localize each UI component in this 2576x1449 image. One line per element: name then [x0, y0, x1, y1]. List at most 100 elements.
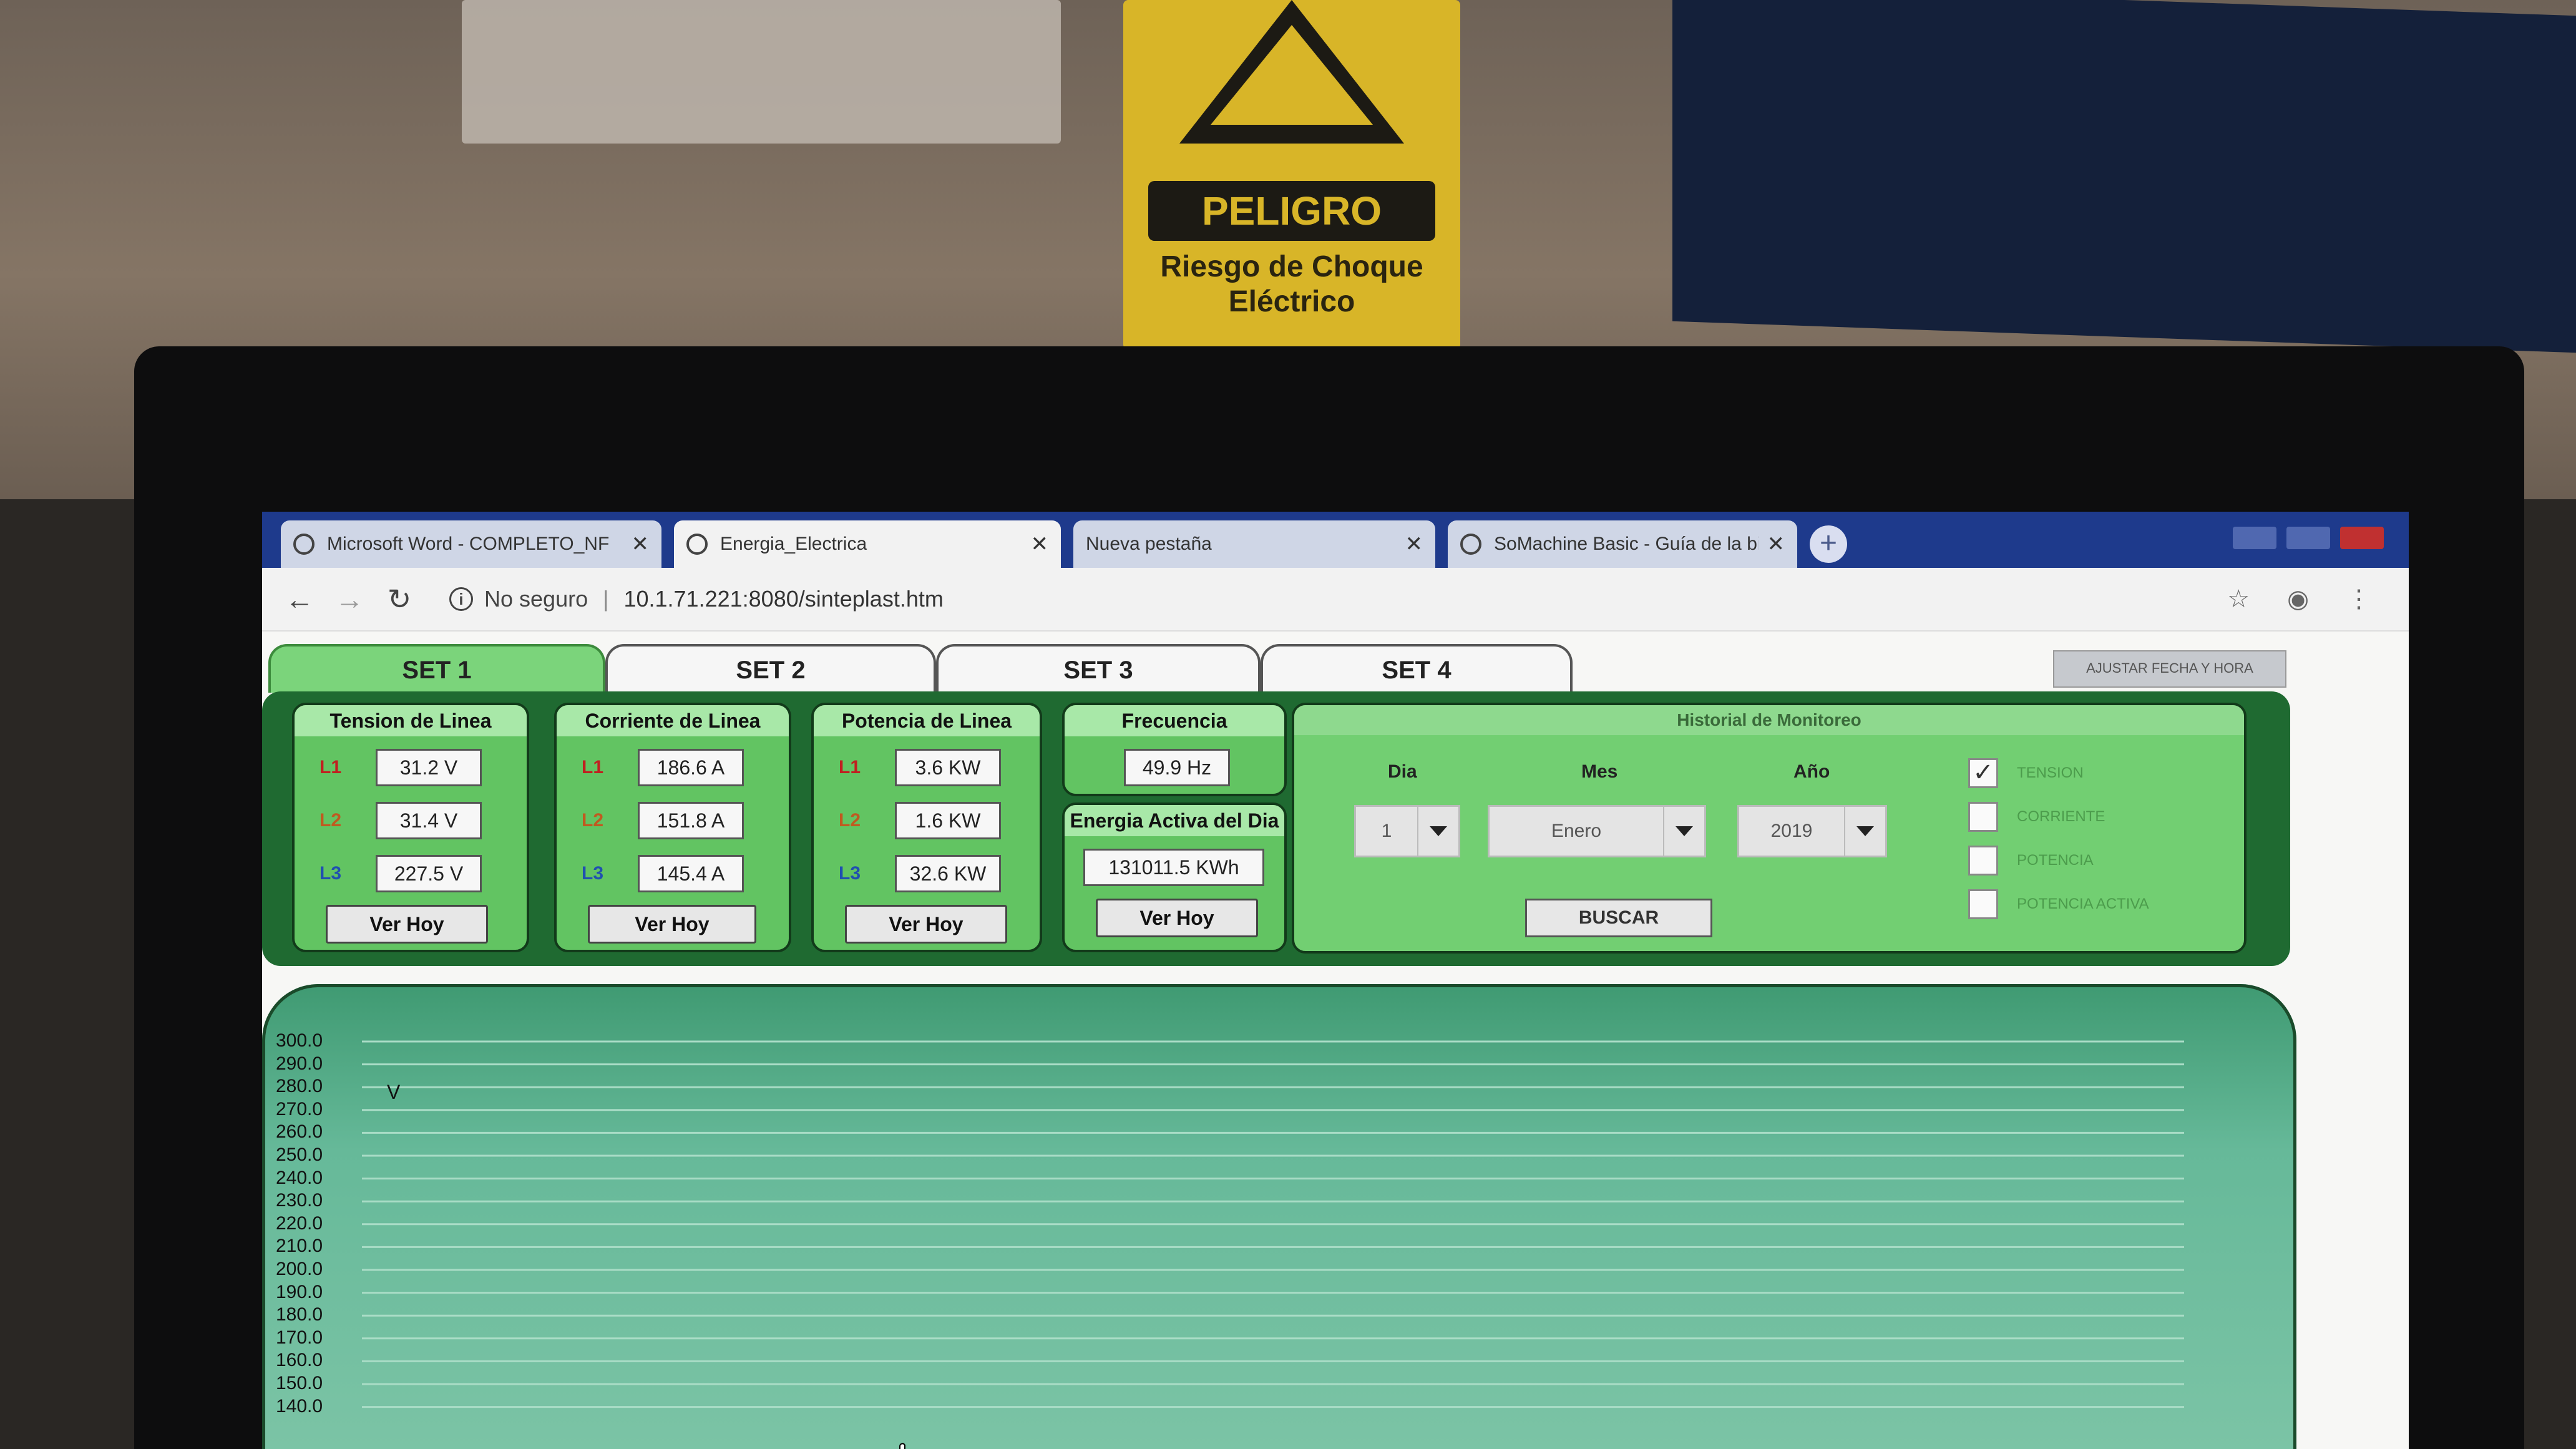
- y-tick-label: 240.0: [276, 1167, 323, 1188]
- energia-ver-hoy-button[interactable]: Ver Hoy: [1096, 899, 1258, 937]
- info-icon[interactable]: i: [449, 587, 473, 611]
- checkbox-potencia-activa[interactable]: [1968, 889, 1998, 919]
- y-tick-label: 160.0: [276, 1350, 323, 1371]
- hand-cursor-icon: [899, 1443, 905, 1449]
- y-tick-label: 220.0: [276, 1212, 323, 1234]
- tension-row-l3: L3 227.5 V: [320, 855, 482, 892]
- corriente-ver-hoy-button[interactable]: Ver Hoy: [588, 905, 756, 944]
- corriente-l1-value: 186.6 A: [638, 749, 744, 786]
- y-tick-label: 270.0: [276, 1098, 323, 1120]
- browser-tab-nueva[interactable]: Nueva pestaña ✕: [1073, 520, 1435, 568]
- browser-tab-label: Nueva pestaña: [1086, 534, 1212, 554]
- danger-sign-title: PELIGRO: [1148, 181, 1435, 241]
- line-label: L3: [320, 863, 342, 884]
- monitoring-panel: Tension de Linea L1 31.2 V L2 31.4 V L3 …: [262, 691, 2290, 966]
- corriente-row-l1: L1 186.6 A: [582, 749, 744, 786]
- y-tick-label: 200.0: [276, 1259, 323, 1279]
- browser-tab-label: Energia_Electrica: [720, 534, 867, 554]
- corriente-box: Corriente de Linea L1 186.6 A L2 151.8 A…: [554, 703, 791, 952]
- close-window-button[interactable]: [2340, 527, 2384, 549]
- browser-tab-strip: Microsoft Word - COMPLETO_NF ✕ Energia_E…: [262, 512, 2409, 568]
- potencia-row-l3: L3 32.6 KW: [839, 855, 1001, 892]
- frecuencia-value: 49.9 Hz: [1124, 749, 1230, 786]
- corriente-row-l3: L3 145.4 A: [582, 855, 744, 892]
- line-label: L3: [582, 863, 604, 884]
- globe-icon: [1460, 534, 1481, 555]
- chevron-down-icon: [1663, 807, 1704, 856]
- y-tick-label: 230.0: [276, 1190, 323, 1211]
- check-potencia[interactable]: POTENCIA: [1968, 846, 2094, 876]
- anio-label: Año: [1793, 761, 1830, 782]
- y-tick-label: 260.0: [276, 1121, 323, 1143]
- check-label: POTENCIA: [2017, 852, 2094, 869]
- tab-set-2[interactable]: SET 2: [605, 644, 936, 693]
- maximize-button[interactable]: [2286, 527, 2330, 549]
- check-potencia-activa[interactable]: POTENCIA ACTIVA: [1968, 889, 2149, 919]
- checkbox-potencia[interactable]: [1968, 846, 1998, 876]
- anio-value: 2019: [1770, 821, 1813, 841]
- tension-ver-hoy-button[interactable]: Ver Hoy: [326, 905, 488, 944]
- metal-plate: [462, 0, 1061, 144]
- check-label: TENSION: [2017, 764, 2084, 781]
- dia-select[interactable]: 1: [1354, 805, 1460, 857]
- potencia-l1-value: 3.6 KW: [895, 749, 1001, 786]
- check-tension[interactable]: ✓ TENSION: [1968, 758, 2084, 788]
- browser-tab-word[interactable]: Microsoft Word - COMPLETO_NF ✕: [281, 520, 661, 568]
- mes-select[interactable]: Enero: [1488, 805, 1706, 857]
- dark-panel-background: [1672, 0, 2576, 353]
- minimize-button[interactable]: [2233, 527, 2276, 549]
- tension-l3-value: 227.5 V: [376, 855, 482, 892]
- adjust-date-time-button[interactable]: AJUSTAR FECHA Y HORA: [2053, 650, 2286, 688]
- y-unit-label: V: [387, 1081, 401, 1103]
- corriente-row-l2: L2 151.8 A: [582, 802, 744, 839]
- y-tick-label: 280.0: [276, 1076, 323, 1097]
- y-tick-label: 180.0: [276, 1304, 323, 1325]
- check-label: CORRIENTE: [2017, 808, 2105, 825]
- window-controls: [2233, 527, 2384, 549]
- browser-tab-energia[interactable]: Energia_Electrica ✕: [674, 520, 1061, 568]
- y-tick-label: 210.0: [276, 1236, 323, 1257]
- url-field[interactable]: 10.1.71.221:8080/sinteplast.htm: [623, 586, 943, 612]
- tab-set-1[interactable]: SET 1: [268, 644, 605, 693]
- tab-set-3[interactable]: SET 3: [936, 644, 1261, 693]
- close-icon[interactable]: ✕: [1767, 532, 1785, 557]
- line-label: L2: [320, 810, 342, 831]
- checkbox-tension[interactable]: ✓: [1968, 758, 1998, 788]
- y-tick-label: 250.0: [276, 1144, 323, 1165]
- energia-value: 131011.5 KWh: [1083, 849, 1264, 886]
- security-label: No seguro: [484, 586, 588, 612]
- browser-tab-somachine[interactable]: SoMachine Basic - Guía de la bi ✕: [1448, 520, 1797, 568]
- dia-value: 1: [1381, 821, 1392, 841]
- line-label: L3: [839, 863, 861, 884]
- anio-select[interactable]: 2019: [1737, 805, 1887, 857]
- tab-set-4[interactable]: SET 4: [1261, 644, 1573, 693]
- close-icon[interactable]: ✕: [1405, 532, 1423, 557]
- forward-arrow-icon[interactable]: →: [324, 582, 374, 616]
- menu-icon[interactable]: ⋮: [2346, 585, 2371, 613]
- check-corriente[interactable]: CORRIENTE: [1968, 802, 2105, 832]
- chart-border: [262, 984, 2296, 1449]
- star-icon[interactable]: ☆: [2227, 585, 2250, 613]
- mes-label: Mes: [1581, 761, 1618, 782]
- account-icon[interactable]: ◉: [2287, 585, 2309, 613]
- back-arrow-icon[interactable]: ←: [275, 582, 324, 616]
- buscar-button[interactable]: BUSCAR: [1525, 899, 1712, 937]
- tension-l1-value: 31.2 V: [376, 749, 482, 786]
- chevron-down-icon: [1844, 807, 1885, 856]
- checkbox-corriente[interactable]: [1968, 802, 1998, 832]
- globe-icon: [293, 534, 315, 555]
- tension-box: Tension de Linea L1 31.2 V L2 31.4 V L3 …: [292, 703, 529, 952]
- potencia-ver-hoy-button[interactable]: Ver Hoy: [845, 905, 1007, 944]
- line-label: L1: [320, 757, 342, 778]
- address-bar: ← → ↻ i No seguro | 10.1.71.221:8080/sin…: [262, 568, 2409, 632]
- reload-icon[interactable]: ↻: [374, 582, 424, 616]
- corriente-l3-value: 145.4 A: [638, 855, 744, 892]
- close-icon[interactable]: ✕: [1031, 532, 1049, 557]
- new-tab-button[interactable]: +: [1810, 525, 1847, 563]
- potencia-row-l1: L1 3.6 KW: [839, 749, 1001, 786]
- browser-tab-label: SoMachine Basic - Guía de la bi: [1494, 534, 1759, 554]
- close-icon[interactable]: ✕: [632, 532, 650, 557]
- y-tick-label: 290.0: [276, 1053, 323, 1074]
- y-tick-label: 190.0: [276, 1281, 323, 1302]
- historial-box: Historial de Monitoreo Dia Mes Año 1 Ene…: [1292, 703, 2247, 954]
